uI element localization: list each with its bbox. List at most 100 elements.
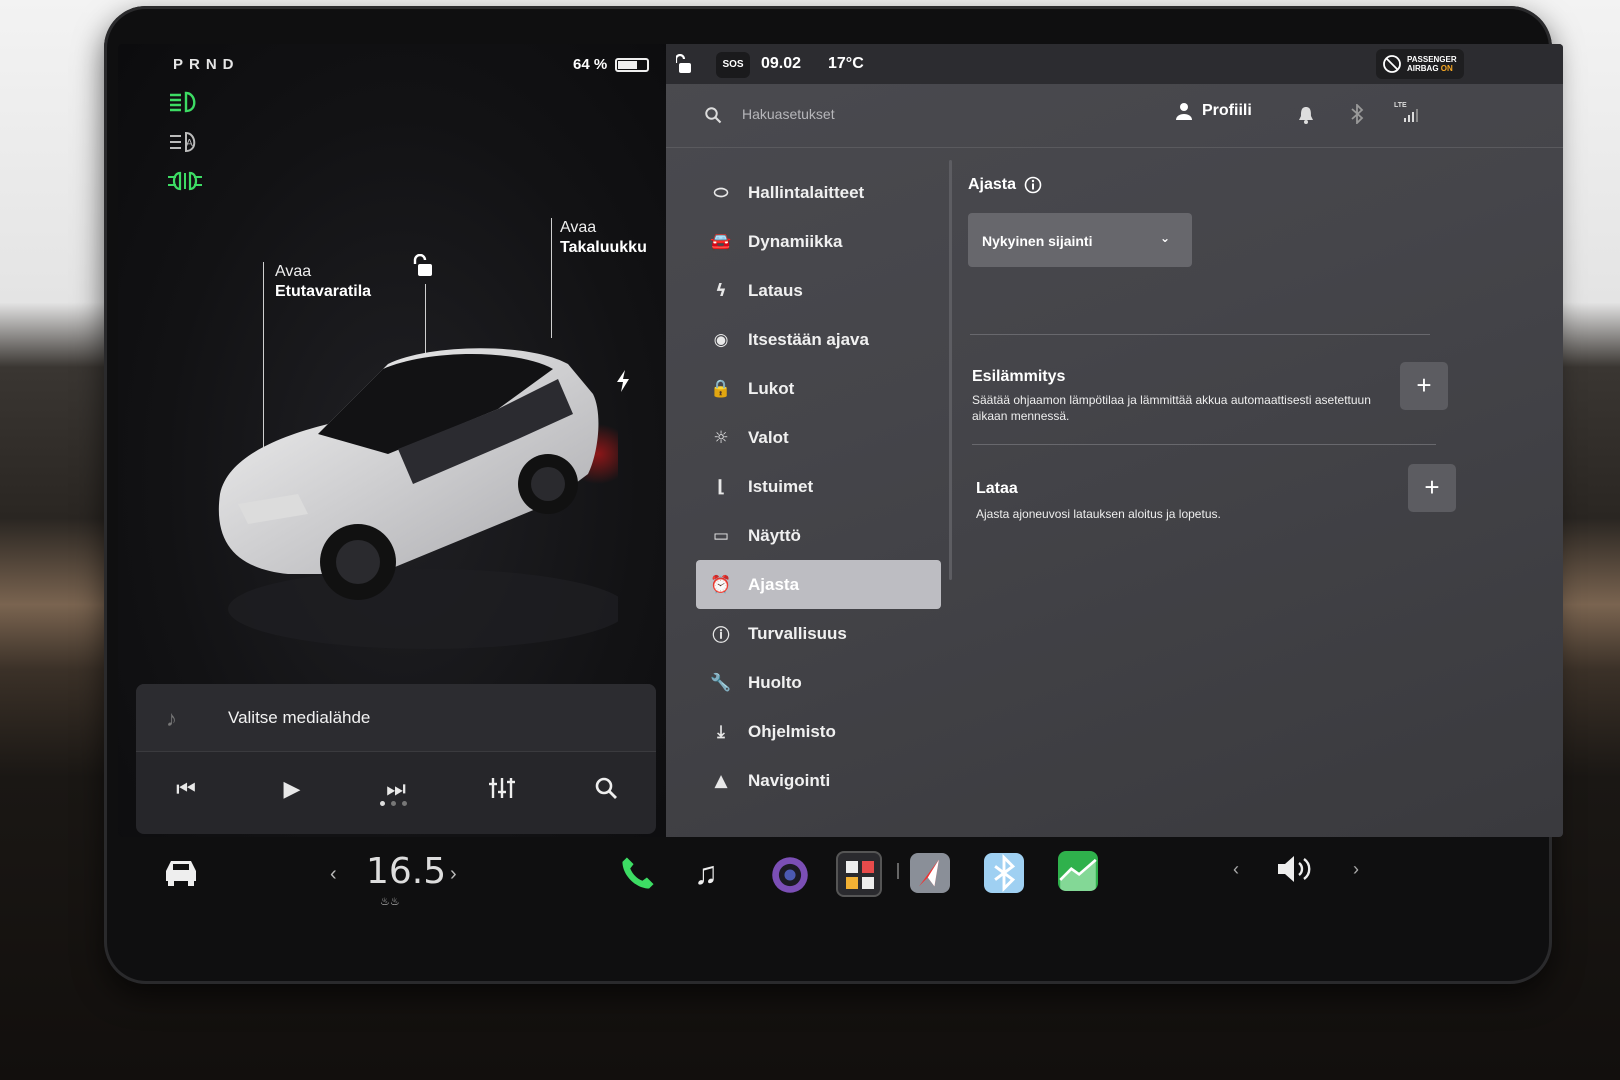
car-icon: 🚘 [710,231,732,252]
car-icon[interactable] [162,857,200,887]
seat-heater-icon[interactable]: ♨♨ [380,895,400,908]
airbag-label-2: AIRBAG [1407,64,1439,73]
profile-button[interactable]: Profiili [1176,102,1252,120]
trunk-label-line1: Avaa [560,219,597,236]
add-charge-schedule-button[interactable]: + [1408,464,1456,512]
equalizer-icon [489,778,515,798]
settings-menu-item[interactable]: ⤓ Ohjelmisto [696,707,941,756]
alert-icon: ⓘ [712,626,730,646]
search-icon [595,777,617,799]
energy-app-icon[interactable] [1058,851,1098,891]
charge-title: Lataa [976,480,1018,497]
battery-status: 64 % [573,56,650,73]
photo-background: PRND A 64 % Avaa Etutavaratila Avaa Taka… [0,0,1620,1080]
auto-headlights-icon[interactable]: A [168,130,202,154]
settings-menu-label: Turvallisuus [748,623,847,643]
airbag-icon [1383,55,1401,73]
bottom-dock: ‹ 16.5 ♨♨ › ♫ ‹ › [118,837,1563,937]
bluetooth-icon[interactable] [984,853,1024,893]
trunk-leader-line [551,218,552,338]
music-icon[interactable]: ♫ [694,855,718,892]
info-icon[interactable] [1024,176,1042,194]
settings-menu-item[interactable]: ϟ Lataus [696,266,941,315]
clock: 09.02 [761,55,802,72]
signal-bars-icon [1404,109,1418,122]
media-source-selector[interactable]: ♪ Valitse medialähde [136,684,656,752]
settings-menu-label: Näyttö [748,525,801,545]
play-button[interactable]: ▶ [272,776,312,802]
settings-menu-label: Ajasta [748,574,800,594]
frunk-label-line2: Etutavaratila [275,283,372,300]
divider [972,444,1436,445]
next-track-button[interactable]: ⏭ [376,776,416,802]
settings-menu-label: Valot [748,427,789,447]
settings-menu-label: Itsestään ajava [748,329,869,349]
camera-icon[interactable] [770,855,810,895]
settings-menu-item[interactable]: ⬭ Hallintalaitteet [696,168,941,217]
volume-up-button[interactable]: › [1353,859,1359,880]
settings-menu-item[interactable]: 🚘 Dynamiikka [696,217,941,266]
settings-menu-item[interactable]: ⌊ Istuimet [696,462,941,511]
settings-menu-label: Dynamiikka [748,231,843,251]
settings-menu-label: Istuimet [748,476,814,496]
chevron-down-icon: ⌄ [1159,231,1170,245]
seat-icon: ⌊ [717,476,725,497]
settings-menu-item[interactable]: ☼ Valot [696,413,941,462]
open-trunk-button[interactable]: Avaa Takaluukku [560,218,647,258]
sos-label: SOS [722,59,744,70]
touchscreen: PRND A 64 % Avaa Etutavaratila Avaa Taka… [118,44,1563,837]
dock-divider [897,863,899,879]
app-grid-icon [846,861,874,889]
battery-fill [618,60,638,69]
display-icon: ▭ [712,525,730,546]
settings-menu-item[interactable]: 🔒 Lukot [696,364,941,413]
precondition-title: Esilämmitys [972,368,1066,385]
phone-icon[interactable] [618,853,658,893]
toggle-icon: ⬭ [713,182,729,203]
location-dropdown[interactable]: Nykyinen sijainti ⌄ [968,213,1192,267]
previous-track-button[interactable]: ⏮ [166,776,206,802]
status-bar: SOS 09.02 17°C PASSENGER AIRBAG ON [666,44,1563,84]
settings-menu-item[interactable]: ⏰ Ajasta [696,560,941,609]
sos-button[interactable]: SOS [716,52,750,78]
settings-panel: SOS 09.02 17°C PASSENGER AIRBAG ON Hakua… [666,44,1563,837]
volume-icon[interactable] [1276,853,1316,885]
add-precondition-button[interactable]: + [1400,362,1448,410]
light-icon: ☼ [713,427,729,448]
airbag-label-1: PASSENGER [1407,55,1457,64]
equalizer-button[interactable] [482,776,522,806]
temp-down-button[interactable]: ‹ [330,863,337,886]
frunk-label-line1: Avaa [275,263,312,280]
lock-icon: 🔒 [710,378,732,399]
temp-up-button[interactable]: › [450,863,457,886]
volume-down-button[interactable]: ‹ [1233,859,1239,880]
headlights-icon[interactable] [168,90,202,114]
settings-menu-item[interactable]: ⓘ Turvallisuus [696,609,941,658]
fog-lights-icon[interactable] [168,169,202,193]
bolt-icon: ϟ [715,280,727,301]
settings-menu-item[interactable]: ▭ Näyttö [696,511,941,560]
settings-menu-item[interactable]: 🔧 Huolto [696,658,941,707]
settings-search-input[interactable]: Hakuasetukset [742,106,835,122]
lte-signal-indicator: LTE [1394,102,1424,124]
settings-menu-label: Lukot [748,378,795,398]
charge-description: Ajasta ajoneuvosi latauksen aloitus ja l… [976,507,1221,521]
settings-menu-label: Navigointi [748,770,831,790]
settings-menu-item[interactable]: ◉ Itsestään ajava [696,315,941,364]
download-icon: ⤓ [717,721,725,742]
navigation-icon: ▲ [714,770,728,791]
settings-menu-item[interactable]: ▲ Navigointi [696,756,941,805]
app-launcher-icon[interactable] [836,851,882,897]
media-search-button[interactable] [586,776,626,806]
search-row: Hakuasetukset Profiili LTE [666,84,1563,148]
menu-scroll-divider [949,160,952,580]
settings-menu: ⬭ Hallintalaitteet 🚘 Dynamiikka ϟ Lataus ◉ Itse… [696,168,941,805]
settings-menu-label: Lataus [748,280,803,300]
open-frunk-button[interactable]: Avaa Etutavaratila [275,262,371,302]
lock-status-icon[interactable] [676,54,694,74]
navigation-app-icon[interactable] [910,853,950,893]
person-icon [1176,103,1192,120]
bell-icon[interactable] [1298,106,1314,124]
bluetooth-status-icon[interactable] [1350,104,1364,124]
unlock-icon[interactable] [412,254,438,278]
